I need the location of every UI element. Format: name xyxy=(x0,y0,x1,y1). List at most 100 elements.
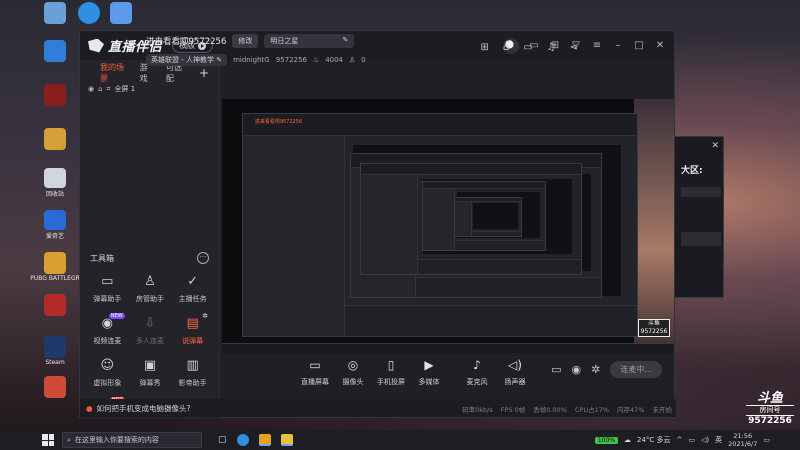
tool-item[interactable]: ⇩ 多人连麦 xyxy=(129,316,172,346)
notification-icon[interactable]: ▭ xyxy=(763,436,770,444)
source-control[interactable]: ▶ 多媒体 xyxy=(410,358,448,387)
watermark-room: 9572256 xyxy=(748,416,792,426)
room-id: 9572256 xyxy=(275,56,307,64)
tool-label: 说弹幕 xyxy=(182,337,204,345)
minimize-icon[interactable]: – xyxy=(612,40,624,51)
source-control[interactable]: ▯ 手机投屏 xyxy=(372,358,410,387)
share-icon[interactable]: ⋖ xyxy=(570,42,578,53)
live-companion-icon[interactable] xyxy=(258,434,271,446)
category-badge[interactable]: 英雄联盟 - 人神教学 ✎ xyxy=(146,54,228,66)
tool-item[interactable]: ✓ 主播任务 xyxy=(171,274,214,304)
record-icon[interactable]: ▭ xyxy=(551,363,561,376)
tool-item[interactable]: ▭ 弹幕助手 xyxy=(86,274,129,304)
menu-icon[interactable]: ≡ xyxy=(591,40,603,51)
game1-icon xyxy=(44,128,66,150)
dialog-field[interactable] xyxy=(681,232,721,246)
close-icon[interactable]: ✕ xyxy=(654,40,666,51)
desktop-icon-steam[interactable]: Steam xyxy=(40,336,70,366)
edge-icon[interactable] xyxy=(236,434,249,446)
volume-icon[interactable]: ◁) xyxy=(701,436,709,444)
battery-badge[interactable]: 100% xyxy=(594,436,619,444)
desktop-icon-wps[interactable] xyxy=(40,294,70,324)
desktop-icon-edge[interactable] xyxy=(40,40,70,70)
lock-icon[interactable]: ⌂ xyxy=(98,85,102,93)
chevron-up-icon[interactable]: ^ xyxy=(677,436,683,444)
eye-icon[interactable]: ◉ xyxy=(572,363,582,376)
steam-icon xyxy=(44,336,66,358)
desktop-icon-label: 爱奇艺 xyxy=(45,233,64,240)
network-icon[interactable]: ▭ xyxy=(688,436,695,444)
close-icon[interactable]: ✕ xyxy=(711,141,719,151)
source-icon: ♪ xyxy=(473,358,481,372)
nested-title: 进来看看呗9572256 xyxy=(254,119,303,126)
memory-usage: 内存47% xyxy=(617,406,645,414)
desktop-icon-ps[interactable] xyxy=(40,84,70,114)
live-preview[interactable]: 进来看看呗9572256 斗鱼 9572256 xyxy=(222,99,674,353)
notice-field[interactable]: 明日之星 ✎ xyxy=(264,34,355,48)
tool-label: 虚拟形象 xyxy=(93,379,122,387)
clock[interactable]: 21:56 2021/6/7 xyxy=(728,432,757,448)
tool-label: 多人连麦 xyxy=(135,337,164,345)
desktop-icon-game1[interactable] xyxy=(40,128,70,158)
nested-window xyxy=(454,197,522,237)
dialog-title: 大区: xyxy=(681,166,703,176)
desktop-icon-pubg[interactable]: PUBG BATTLEGR xyxy=(30,252,80,282)
lock-icon[interactable]: ⌂ xyxy=(503,42,509,53)
stream-title[interactable]: 进来看看呗9572256 xyxy=(146,35,226,47)
more-icon[interactable]: ··· xyxy=(197,252,209,264)
tool-item[interactable]: ▤ 说弹幕 ✲ xyxy=(171,312,214,346)
toolbox-title: 工具箱 xyxy=(90,253,114,263)
gear-icon[interactable]: ✲ xyxy=(202,312,208,320)
tool-item[interactable]: ▥ 影帝助手 xyxy=(171,358,214,388)
tab-my-scenes[interactable]: 我的场景 xyxy=(100,62,127,84)
online-count: 0 xyxy=(361,56,366,64)
screen-icon[interactable]: ▭ xyxy=(523,42,532,53)
tool-item[interactable]: ◉ 视频连麦 NEW xyxy=(86,313,129,346)
desktop-icon-video[interactable] xyxy=(40,376,70,406)
source-control[interactable]: ◎ 摄像头 xyxy=(334,358,372,387)
folder-icon[interactable] xyxy=(44,2,66,24)
layout-icon[interactable]: ⊞ xyxy=(480,42,488,53)
desktop-icon-recycle[interactable]: 回收站 xyxy=(40,168,70,198)
weather-text[interactable]: 24°C 多云 xyxy=(637,435,671,445)
source-control[interactable]: ♪ 麦克风 xyxy=(458,358,496,387)
tool-item[interactable]: ▣ 弹幕秀 xyxy=(129,358,172,388)
bell-icon[interactable]: ♫ xyxy=(547,42,556,53)
eye-icon[interactable]: ◉ xyxy=(88,85,94,93)
tool-icon: ♙ xyxy=(144,274,156,289)
tool-label: 主播任务 xyxy=(178,295,207,303)
tool-label: 影帝助手 xyxy=(178,379,207,387)
windows-start-icon[interactable] xyxy=(42,434,54,446)
status-bar: 码率0kb/s FPS 0帧 丢帧0.00% CPU占17% 内存47% 未开始 xyxy=(440,404,672,414)
ime-lang[interactable]: 英 xyxy=(715,435,722,445)
source-control[interactable]: ◁) 扬声器 xyxy=(496,358,534,387)
search-placeholder: 在这里输入你要搜索的内容 xyxy=(74,436,159,444)
ps-icon xyxy=(44,84,66,106)
tool-item[interactable]: ♙ 房管助手 xyxy=(129,274,172,304)
source-icon: ▭ xyxy=(309,358,321,372)
recycle-icon xyxy=(44,168,66,188)
maximize-icon[interactable]: □ xyxy=(633,40,645,51)
source-control[interactable]: ▭ 直播屏幕 xyxy=(296,358,334,387)
dialog-field[interactable] xyxy=(681,187,721,197)
source-icon: ◁) xyxy=(508,358,522,372)
edge-icon xyxy=(44,40,66,62)
edge-icon[interactable] xyxy=(78,2,100,24)
nested-taskbar xyxy=(222,343,674,353)
toolbox-header: 工具箱 ··· xyxy=(90,252,209,264)
app-icon[interactable] xyxy=(110,2,132,24)
fps: FPS 0帧 xyxy=(500,406,526,414)
tool-item[interactable]: ☺ 虚拟形象 xyxy=(86,358,129,388)
start-live-button[interactable]: 连麦中... xyxy=(610,361,662,378)
hint-text: 如何把手机变成电脑摄像头? xyxy=(96,403,191,413)
fire-icon: ♨ xyxy=(312,56,320,64)
taskbar-search-input[interactable]: ⌕ 在这里输入你要搜索的内容 xyxy=(62,432,202,448)
cpu-usage: CPU占17% xyxy=(574,406,610,414)
tool-label: 弹幕秀 xyxy=(139,379,161,387)
desktop-icon-app-blue[interactable]: 爱奇艺 xyxy=(40,210,70,240)
settings-icon[interactable]: ✲ xyxy=(591,363,600,376)
edit-title-button[interactable]: 修改 xyxy=(232,34,259,48)
task-view-icon[interactable]: ▢ xyxy=(218,435,227,445)
pubg-icon xyxy=(44,252,66,274)
explorer-icon[interactable] xyxy=(280,434,293,446)
